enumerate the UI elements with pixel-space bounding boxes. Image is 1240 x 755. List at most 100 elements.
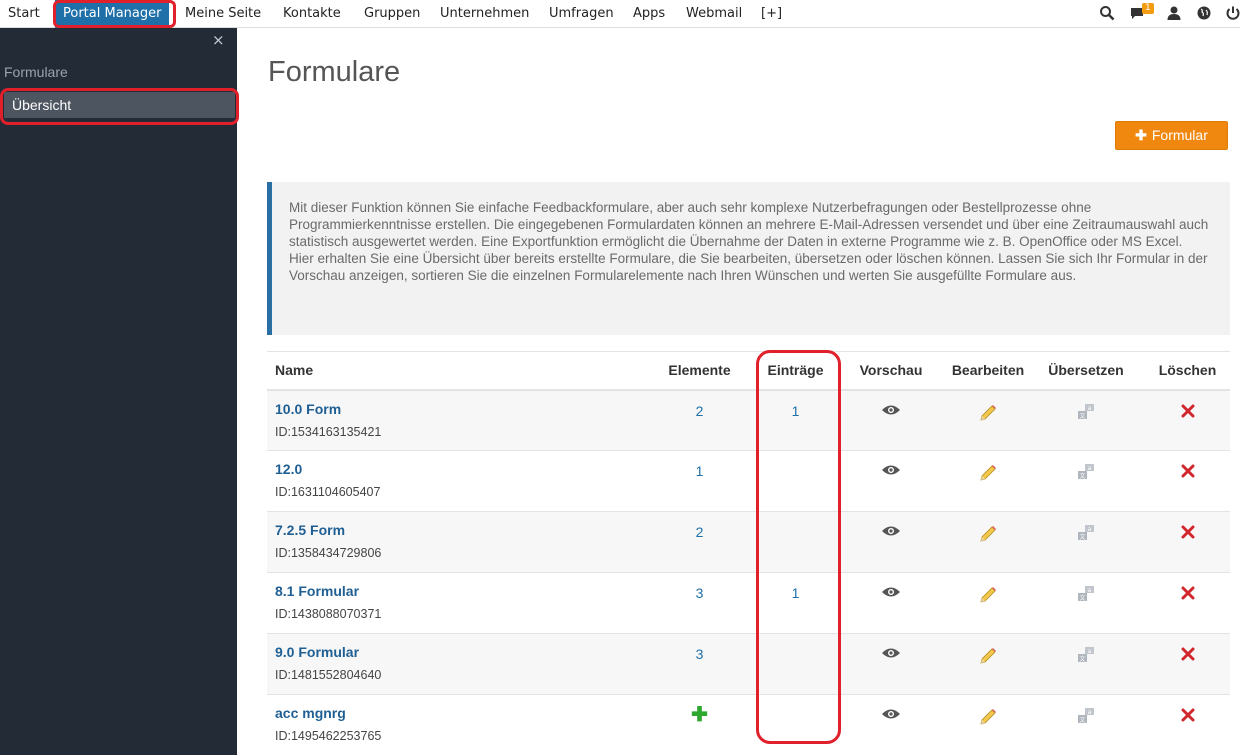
top-navigation: Start Portal Manager Meine Seite Kontakt… [0, 0, 1240, 28]
sidebar-close-icon[interactable]: × [212, 32, 225, 48]
row-name-cell: acc mgnrg ID:1495462253765 [267, 694, 641, 755]
svg-text:文: 文 [1079, 716, 1085, 724]
row-form-name[interactable]: 8.1 Formular [275, 583, 641, 599]
row-name-cell: 10.0 Form ID:1534163135421 [267, 389, 641, 451]
table-header-row: Name Elemente Einträge Vorschau Bearbeit… [267, 351, 1230, 391]
translate-icon[interactable]: a文 [1077, 403, 1095, 424]
add-formular-button[interactable]: ✚ Formular [1115, 121, 1228, 150]
translate-icon[interactable]: a文 [1077, 464, 1095, 484]
nav-unternehmen[interactable]: Unternehmen [440, 0, 529, 28]
row-name-cell: 12.0 ID:1631104605407 [267, 450, 641, 512]
nav-webmail[interactable]: Webmail [686, 0, 742, 28]
info-text-1: Mit dieser Funktion können Sie einfache … [289, 200, 1209, 249]
row-eintraege-cell [758, 694, 833, 755]
translate-icon[interactable]: a文 [1077, 647, 1095, 667]
nav-gruppen[interactable]: Gruppen [364, 0, 420, 28]
row-elemente-count[interactable]: 3 [696, 646, 704, 662]
preview-eye-icon[interactable] [881, 585, 901, 601]
delete-icon[interactable] [1180, 464, 1196, 482]
row-form-name[interactable]: 7.2.5 Form [275, 522, 641, 538]
row-bearbeiten-cell [949, 511, 1027, 573]
svg-text:文: 文 [1079, 412, 1085, 420]
delete-icon[interactable] [1180, 404, 1196, 422]
preview-eye-icon[interactable] [881, 707, 901, 723]
row-eintraege-count[interactable]: 1 [792, 403, 800, 419]
col-header-name[interactable]: Name [267, 351, 641, 391]
delete-icon[interactable] [1180, 525, 1196, 543]
row-loeschen-cell [1145, 389, 1230, 451]
plus-icon: ✚ [1135, 127, 1147, 143]
power-icon[interactable] [1225, 5, 1240, 21]
preview-eye-icon[interactable] [881, 524, 901, 540]
row-elemente-count[interactable]: 2 [696, 403, 704, 419]
preview-eye-icon[interactable] [881, 463, 901, 479]
nav-umfragen[interactable]: Umfragen [549, 0, 614, 28]
row-form-name[interactable]: acc mgnrg [275, 705, 641, 721]
row-elemente-count[interactable]: 3 [696, 585, 704, 601]
row-elemente-cell: 1 [641, 450, 758, 512]
col-header-uebersetzen: Übersetzen [1027, 351, 1145, 391]
row-uebersetzen-cell: a文 [1027, 694, 1145, 755]
table-row: acc mgnrg ID:1495462253765 ✚ a文 [267, 694, 1230, 755]
edit-pencil-icon[interactable] [978, 465, 998, 486]
row-elemente-cell: 2 [641, 511, 758, 573]
svg-text:a: a [1088, 526, 1092, 533]
row-elemente-cell: ✚ [641, 694, 758, 755]
row-elemente-cell: 3 [641, 572, 758, 634]
row-loeschen-cell [1145, 450, 1230, 512]
col-header-eintraege[interactable]: Einträge [758, 351, 833, 391]
row-elemente-count[interactable]: 1 [696, 463, 704, 479]
edit-pencil-icon[interactable] [978, 709, 998, 730]
col-header-loeschen: Löschen [1145, 351, 1230, 391]
row-form-id: ID:1438088070371 [275, 607, 382, 621]
delete-icon[interactable] [1180, 586, 1196, 604]
nav-start[interactable]: Start [8, 0, 40, 28]
globe-icon[interactable] [1196, 5, 1212, 21]
svg-text:文: 文 [1079, 533, 1085, 541]
delete-icon[interactable] [1180, 647, 1196, 665]
svg-text:文: 文 [1079, 594, 1085, 602]
nav-add-more[interactable]: [+] [761, 0, 782, 28]
delete-icon[interactable] [1180, 708, 1196, 726]
preview-eye-icon[interactable] [881, 646, 901, 662]
table-row: 10.0 Form ID:1534163135421 2 1 a文 [267, 389, 1230, 451]
user-icon[interactable] [1166, 5, 1182, 21]
row-eintraege-cell [758, 450, 833, 512]
preview-eye-icon[interactable] [881, 403, 901, 419]
table-row: 12.0 ID:1631104605407 1 a文 [267, 450, 1230, 512]
edit-pencil-icon[interactable] [978, 587, 998, 608]
row-eintraege-cell [758, 511, 833, 573]
translate-icon[interactable]: a文 [1077, 525, 1095, 545]
col-header-elemente[interactable]: Elemente [641, 351, 758, 391]
translate-icon[interactable]: a文 [1077, 708, 1095, 728]
svg-text:a: a [1088, 648, 1092, 655]
row-name-cell: 7.2.5 Form ID:1358434729806 [267, 511, 641, 573]
row-form-name[interactable]: 12.0 [275, 461, 641, 477]
row-form-name[interactable]: 9.0 Formular [275, 644, 641, 660]
row-form-name[interactable]: 10.0 Form [275, 401, 641, 417]
sidebar-item-uebersicht[interactable]: Übersicht [4, 92, 235, 118]
col-header-bearbeiten: Bearbeiten [949, 351, 1027, 391]
svg-text:a: a [1088, 405, 1092, 412]
row-bearbeiten-cell [949, 633, 1027, 695]
nav-portal-manager[interactable]: Portal Manager [55, 0, 170, 28]
edit-pencil-icon[interactable] [978, 404, 998, 426]
nav-apps[interactable]: Apps [633, 0, 665, 28]
row-elemente-cell: 3 [641, 633, 758, 695]
row-loeschen-cell [1145, 694, 1230, 755]
translate-icon[interactable]: a文 [1077, 586, 1095, 606]
row-uebersetzen-cell: a文 [1027, 572, 1145, 634]
nav-meine-seite[interactable]: Meine Seite [185, 0, 261, 28]
edit-pencil-icon[interactable] [978, 526, 998, 547]
nav-kontakte[interactable]: Kontakte [283, 0, 341, 28]
row-uebersetzen-cell: a文 [1027, 450, 1145, 512]
row-elemente-count[interactable]: 2 [696, 524, 704, 540]
edit-pencil-icon[interactable] [978, 648, 998, 669]
row-form-id: ID:1481552804640 [275, 668, 382, 682]
search-icon[interactable] [1099, 5, 1115, 21]
svg-text:文: 文 [1079, 655, 1085, 663]
table-row: 9.0 Formular ID:1481552804640 3 a文 [267, 633, 1230, 695]
row-eintraege-count[interactable]: 1 [792, 585, 800, 601]
sidebar-section-title[interactable]: Formulare [4, 64, 68, 80]
add-element-icon[interactable]: ✚ [691, 704, 708, 726]
